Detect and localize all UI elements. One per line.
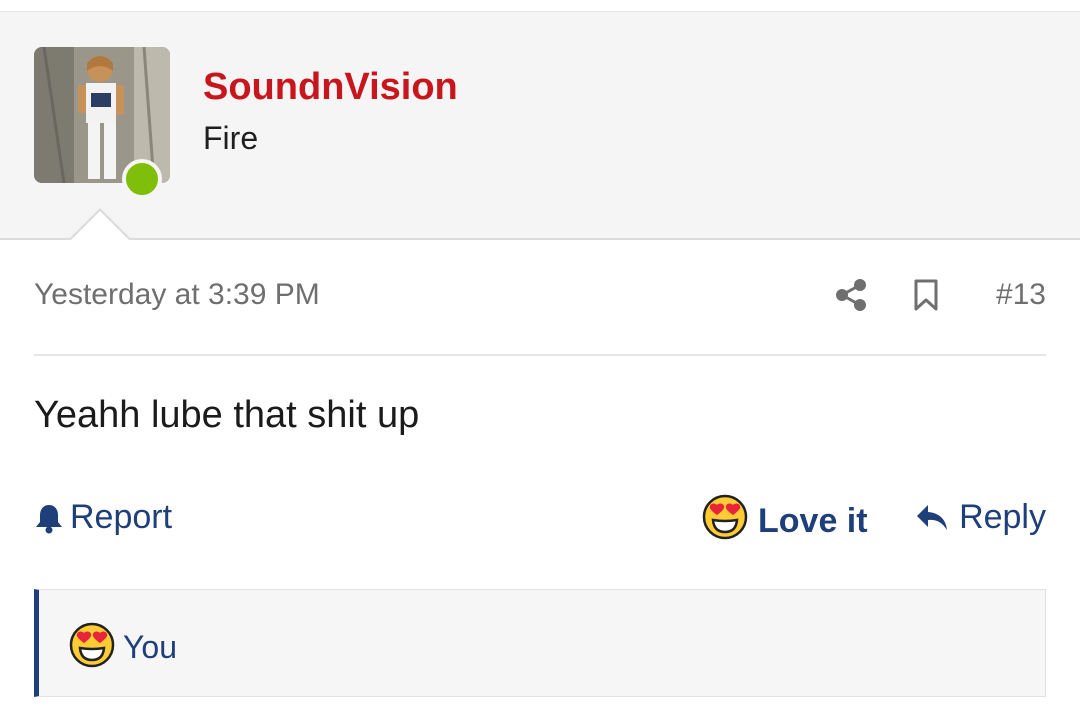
report-label: Report [70,498,173,536]
report-button[interactable]: Report [34,498,172,537]
bell-icon [36,504,62,533]
love-it-button[interactable]: Love it [702,494,868,549]
share-icon[interactable] [834,278,868,312]
reaction-user-label: You [123,629,177,665]
reactions-bar: You [34,589,1046,697]
reply-arrow-icon [917,504,948,530]
reply-button[interactable]: Reply [915,498,1046,537]
meta-divider [34,354,1046,356]
bookmark-icon[interactable] [912,278,940,312]
avatar-wrap[interactable] [34,47,170,199]
post-meta-row: Yesterday at 3:39 PM #13 [34,272,1046,322]
username[interactable]: SoundnVision [203,66,458,109]
online-status-dot [122,159,162,199]
love-it-label: Love it [758,502,868,540]
user-title: Fire [203,120,259,156]
reply-label: Reply [959,498,1046,536]
top-border [0,0,1080,12]
heart-eyes-emoji-icon [702,494,748,549]
post-number-link[interactable]: #13 [996,278,1046,312]
reaction-summary[interactable]: You [69,622,177,673]
header-pointer-fill [70,211,130,241]
heart-eyes-emoji-icon [69,622,115,673]
post-user-header: SoundnVision Fire [0,12,1080,240]
post-timestamp[interactable]: Yesterday at 3:39 PM [34,278,320,312]
post-actions: Report Love it Reply [34,494,1046,546]
post-body-text: Yeahh lube that shit up [34,394,420,436]
